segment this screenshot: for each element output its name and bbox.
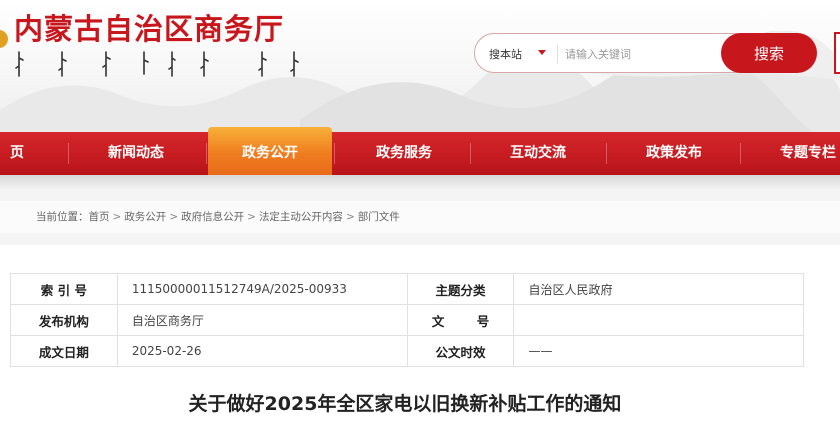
table-row: 发布机构 自治区商务厅 文 号	[10, 304, 804, 336]
nav-item-services[interactable]: 政务服务	[376, 132, 432, 175]
article-title: 关于做好2025年全区家电以旧换新补贴工作的通知	[188, 393, 622, 415]
nav-divider	[206, 143, 207, 164]
nav-divider	[606, 143, 607, 164]
index-label: 索 引 号	[10, 273, 118, 305]
caret-down-icon[interactable]	[537, 47, 547, 57]
nav-divider	[68, 143, 69, 164]
validity-label: 公文时效	[406, 335, 515, 367]
breadcrumb-bar: 当前位置：首页 > 政务公开 > 政府信息公开 > 法定主动公开内容 > 部门文件	[0, 189, 840, 245]
search-box: 搜本站 搜索	[474, 33, 817, 73]
site-header: 内蒙古自治区商务厅 搜本站 搜索	[0, 0, 840, 132]
search-button[interactable]: 搜索	[721, 33, 817, 73]
topic-label: 主题分类	[406, 273, 515, 305]
breadcrumb-separator: >	[169, 211, 179, 223]
nav-item-policy[interactable]: 政策发布	[646, 132, 702, 175]
nav-divider	[740, 143, 741, 164]
table-row: 成文日期 2025-02-26 公文时效 ——	[10, 335, 804, 367]
breadcrumb-item-info-disclosure[interactable]: 政府信息公开	[181, 211, 244, 223]
nav-divider	[334, 143, 335, 164]
nav-item-home[interactable]: 页	[10, 132, 24, 175]
nav-item-interaction[interactable]: 互动交流	[510, 132, 566, 175]
issuer-value: 自治区商务厅	[116, 304, 408, 336]
main-nav: 页 新闻动态 政务公开 政务服务 互动交流 政策发布 专题专栏	[0, 127, 840, 175]
nav-divider	[470, 143, 471, 164]
header-corner-link[interactable]	[834, 32, 840, 74]
search-scope-select[interactable]: 搜本站	[489, 46, 522, 62]
docno-value	[513, 304, 804, 336]
mongolian-script-title	[15, 51, 299, 77]
site-title[interactable]: 内蒙古自治区商务厅	[14, 6, 284, 48]
docno-label: 文 号	[406, 304, 515, 336]
table-row: 索 引 号 11150000011512749A/2025-00933 主题分类…	[10, 273, 804, 305]
nav-item-special-topics[interactable]: 专题专栏	[780, 132, 836, 175]
date-label: 成文日期	[10, 335, 118, 367]
nav-item-news[interactable]: 新闻动态	[108, 132, 164, 175]
search-input[interactable]	[565, 42, 715, 66]
date-value: 2025-02-26	[116, 335, 408, 367]
nav-item-government-affairs[interactable]: 政务公开	[208, 127, 332, 175]
issuer-label: 发布机构	[10, 304, 118, 336]
breadcrumb-item-statutory-content[interactable]: 法定主动公开内容	[259, 211, 343, 223]
breadcrumb-item-government-affairs[interactable]: 政务公开	[124, 211, 166, 223]
validity-value: ——	[513, 335, 804, 367]
breadcrumb-separator: >	[112, 211, 122, 223]
breadcrumb-prefix: 当前位置：	[36, 211, 89, 223]
breadcrumb-separator: >	[247, 211, 256, 223]
document-info-table: 索 引 号 11150000011512749A/2025-00933 主题分类…	[10, 273, 804, 367]
breadcrumb-item-department-docs[interactable]: 部门文件	[358, 211, 400, 223]
breadcrumb-separator: >	[345, 211, 355, 223]
search-divider	[557, 45, 558, 63]
topic-value: 自治区人民政府	[513, 273, 804, 305]
breadcrumb: 当前位置：首页 > 政务公开 > 政府信息公开 > 法定主动公开内容 > 部门文件	[0, 201, 840, 233]
index-value: 11150000011512749A/2025-00933	[116, 273, 408, 305]
nav-shadow	[0, 175, 840, 189]
breadcrumb-item-home[interactable]: 首页	[89, 211, 110, 223]
